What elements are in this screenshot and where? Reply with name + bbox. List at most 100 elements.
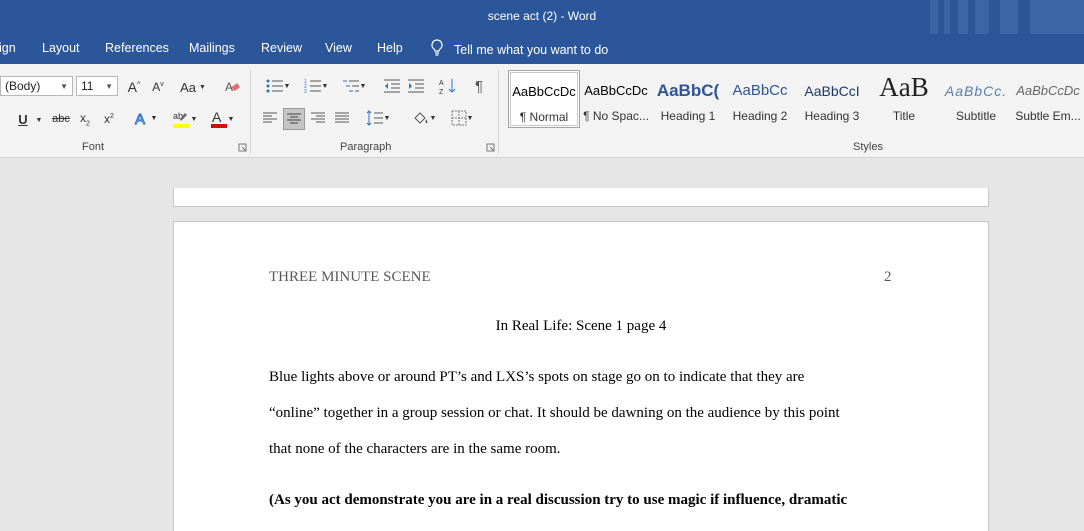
tab-mailings[interactable]: Mailings bbox=[189, 41, 235, 55]
align-left-icon bbox=[263, 112, 277, 123]
styles-group-label: Styles bbox=[853, 141, 883, 153]
tab-review[interactable]: Review bbox=[261, 41, 302, 55]
style-normal[interactable]: AaBbCcDc ¶ Normal bbox=[508, 70, 580, 128]
align-right-button[interactable] bbox=[308, 108, 328, 128]
style-title[interactable]: AaB Title bbox=[868, 70, 940, 128]
tell-me-search[interactable]: Tell me what you want to do bbox=[430, 39, 608, 61]
align-center-button[interactable] bbox=[283, 108, 305, 130]
font-color-button[interactable]: A ▼ bbox=[206, 108, 238, 130]
chevron-down-icon: ▼ bbox=[60, 81, 68, 91]
text-effects-button[interactable]: A ▼ bbox=[130, 108, 160, 128]
style-sample: AaBbCcDc bbox=[584, 83, 648, 98]
style-name: Heading 1 bbox=[660, 109, 716, 123]
pilcrow-icon: ¶ bbox=[474, 77, 484, 95]
dialog-launcher-icon[interactable] bbox=[238, 143, 247, 152]
numbering-button[interactable]: 123 ▼ bbox=[300, 76, 332, 96]
strikethrough-button[interactable]: abc bbox=[51, 110, 71, 128]
tab-design[interactable]: ign bbox=[0, 41, 16, 55]
styles-gallery: AaBbCcDc ¶ Normal AaBbCcDc ¶ No Spac... … bbox=[508, 70, 1084, 128]
style-sample: AaBbCc bbox=[732, 82, 788, 99]
justify-icon bbox=[335, 112, 349, 123]
bold-instruction-line: (As you act demonstrate you are in a rea… bbox=[269, 492, 848, 508]
sort-button[interactable]: AZ bbox=[438, 76, 458, 96]
change-case-label: Aa bbox=[180, 79, 196, 95]
increase-indent-button[interactable] bbox=[406, 76, 426, 96]
previous-page-bottom bbox=[173, 188, 989, 207]
increase-indent-icon bbox=[408, 79, 424, 93]
style-heading-2[interactable]: AaBbCc Heading 2 bbox=[724, 70, 796, 128]
justify-button[interactable] bbox=[332, 108, 352, 128]
grow-font-icon: A^ bbox=[127, 79, 141, 95]
style-subtitle[interactable]: AaBbCc. Subtitle bbox=[940, 70, 1012, 128]
borders-button[interactable]: ▼ bbox=[446, 108, 478, 128]
subscript-button[interactable]: x2 bbox=[76, 110, 94, 128]
font-group-label: Font bbox=[82, 141, 105, 153]
superscript-button[interactable]: x2 bbox=[100, 110, 118, 128]
decrease-indent-button[interactable] bbox=[382, 76, 402, 96]
shading-button[interactable]: ▼ bbox=[408, 108, 440, 128]
tab-help[interactable]: Help bbox=[377, 41, 403, 55]
shrink-font-button[interactable]: Av bbox=[150, 78, 166, 96]
tab-layout[interactable]: Layout bbox=[42, 41, 80, 55]
highlighter-icon: ab bbox=[172, 111, 189, 128]
show-formatting-button[interactable]: ¶ bbox=[470, 76, 488, 96]
style-sample: AaBbC( bbox=[656, 81, 720, 100]
svg-text:A: A bbox=[439, 80, 444, 87]
line-spacing-button[interactable]: ▼ bbox=[362, 108, 394, 128]
chevron-down-icon: ▼ bbox=[150, 114, 158, 122]
align-left-button[interactable] bbox=[260, 108, 280, 128]
clear-formatting-button[interactable]: A bbox=[222, 76, 242, 96]
chevron-down-icon: ▼ bbox=[466, 114, 474, 122]
chevron-down-icon: ▼ bbox=[35, 116, 43, 124]
borders-icon bbox=[451, 110, 467, 126]
style-name: Subtitle bbox=[955, 109, 997, 123]
style-name: Heading 2 bbox=[732, 109, 788, 123]
font-name-value: (Body) bbox=[5, 79, 41, 93]
tab-references[interactable]: References bbox=[105, 41, 169, 55]
highlight-button[interactable]: ab ▼ bbox=[168, 108, 200, 130]
underline-button[interactable]: U bbox=[14, 110, 32, 128]
decrease-indent-icon bbox=[384, 79, 400, 93]
svg-text:A: A bbox=[135, 111, 145, 127]
text-effects-icon: A bbox=[134, 111, 145, 128]
bullets-button[interactable]: ▼ bbox=[262, 76, 294, 96]
chevron-down-icon: ▼ bbox=[321, 82, 329, 90]
font-size-combo[interactable]: 11 ▼ bbox=[76, 76, 118, 96]
paragraph-group-label: Paragraph bbox=[340, 141, 392, 153]
style-no-spacing[interactable]: AaBbCcDc ¶ No Spac... bbox=[580, 70, 652, 128]
style-heading-3[interactable]: AaBbCcI Heading 3 bbox=[796, 70, 868, 128]
svg-text:Z: Z bbox=[439, 89, 444, 95]
style-heading-1[interactable]: AaBbC( Heading 1 bbox=[652, 70, 724, 128]
tab-view[interactable]: View bbox=[325, 41, 352, 55]
change-case-button[interactable]: Aa ▼ bbox=[178, 78, 208, 96]
grow-font-button[interactable]: A^ bbox=[126, 78, 142, 96]
title-bar: scene act (2) - Word bbox=[0, 0, 1084, 34]
multilevel-list-button[interactable]: ▼ bbox=[338, 76, 370, 96]
svg-text:A: A bbox=[212, 109, 222, 125]
underline-options-button[interactable]: ▼ bbox=[34, 114, 44, 126]
chevron-down-icon: ▼ bbox=[359, 82, 367, 90]
font-size-value: 11 bbox=[81, 79, 94, 93]
style-sample: AaBbCc. bbox=[944, 83, 1008, 99]
align-center-icon bbox=[287, 113, 301, 124]
paragraph-line: that none of the characters are in the s… bbox=[269, 441, 561, 457]
subscript-icon: x2 bbox=[80, 110, 90, 128]
svg-text:3: 3 bbox=[304, 89, 307, 94]
underline-icon: U bbox=[18, 111, 28, 127]
font-name-combo[interactable]: (Body) ▼ bbox=[0, 76, 73, 96]
shrink-font-icon: Av bbox=[152, 80, 164, 94]
style-sample: AaB bbox=[879, 72, 929, 102]
style-sample: AaBbCcI bbox=[804, 83, 860, 99]
font-color-icon: A bbox=[210, 109, 227, 128]
ribbon-tabs: ign Layout References Mailings Review Vi… bbox=[0, 34, 1084, 64]
multilevel-list-icon bbox=[342, 80, 359, 92]
page-header-left: THREE MINUTE SCENE bbox=[269, 269, 431, 285]
chevron-down-icon: ▼ bbox=[105, 81, 113, 91]
dialog-launcher-icon[interactable] bbox=[486, 143, 495, 152]
chevron-down-icon: ▼ bbox=[283, 82, 291, 90]
sort-icon: AZ bbox=[439, 79, 456, 95]
strikethrough-icon: abc bbox=[52, 113, 70, 125]
style-subtle-emphasis[interactable]: AaBbCcDc Subtle Em... bbox=[1012, 70, 1084, 128]
chevron-down-icon: ▼ bbox=[190, 115, 198, 123]
style-name: Subtle Em... bbox=[1015, 109, 1081, 123]
